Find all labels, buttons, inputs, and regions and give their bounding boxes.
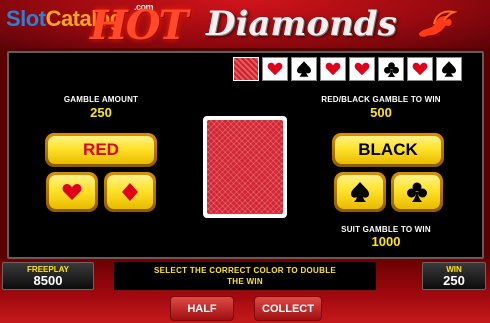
heart-icon [62, 184, 82, 200]
history-spade-icon [436, 57, 462, 81]
black-button-label: BLACK [335, 136, 441, 164]
collect-button[interactable]: COLLECT [254, 296, 322, 321]
title-hot: HOT [90, 2, 188, 49]
win-box: WIN 250 [422, 262, 486, 290]
history-spade-icon [291, 57, 317, 81]
message-line-1: SELECT THE CORRECT COLOR TO DOUBLE [153, 266, 337, 275]
history-heart-icon [262, 57, 288, 81]
freeplay-box: FREEPLAY 8500 [2, 262, 94, 290]
suit-gamble-value: 1000 [371, 234, 401, 249]
history-heart-icon [407, 57, 433, 81]
title-diamonds: Diamonds [206, 4, 397, 44]
gamble-amount-value: 250 [90, 105, 112, 120]
hearts-button[interactable] [46, 172, 98, 212]
card-history [233, 57, 462, 81]
color-gamble-label: RED/BLACK GAMBLE TO WIN [321, 95, 441, 104]
dragon-icon [417, 10, 458, 38]
red-button[interactable]: RED [45, 133, 157, 167]
history-card-back [233, 57, 259, 81]
face-down-card [203, 116, 287, 218]
half-button[interactable]: HALF [170, 296, 234, 321]
club-icon [407, 182, 427, 202]
message-line-2: THE WIN [227, 277, 263, 286]
gamble-panel: GAMBLE AMOUNT 250 RED RED/BLACK GAMBLE T… [7, 51, 484, 259]
history-heart-icon [349, 57, 375, 81]
spades-button[interactable] [334, 172, 386, 212]
diamond-icon [122, 183, 138, 201]
game-header: SlotCatalog .com HOT Diamonds [0, 0, 490, 49]
win-value: 250 [443, 273, 465, 288]
history-heart-icon [320, 57, 346, 81]
red-button-label: RED [48, 136, 154, 164]
spade-icon [351, 182, 369, 202]
clubs-button[interactable] [391, 172, 443, 212]
watermark-slot: Slot [6, 6, 46, 31]
black-button[interactable]: BLACK [332, 133, 444, 167]
gamble-amount-label: GAMBLE AMOUNT [63, 95, 139, 104]
history-club-icon [378, 57, 404, 81]
suit-gamble-label: SUIT GAMBLE TO WIN [341, 225, 431, 234]
freeplay-value: 8500 [33, 273, 63, 288]
message-box: SELECT THE CORRECT COLOR TO DOUBLE THE W… [114, 262, 376, 290]
diamonds-button[interactable] [104, 172, 156, 212]
color-gamble-value: 500 [370, 105, 392, 120]
